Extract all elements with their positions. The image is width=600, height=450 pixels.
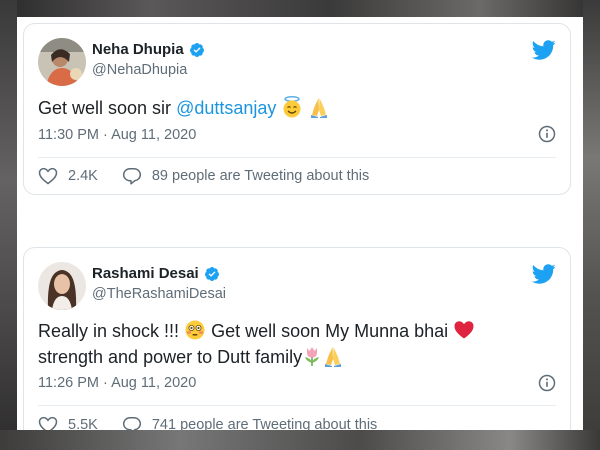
conversation-link[interactable]: 89 people are Tweeting about this [122,167,369,185]
tweet-timestamp[interactable]: 11:30 PM · Aug 11, 2020 [38,127,196,143]
author-name-text[interactable]: Rashami Desai [92,265,199,282]
verified-badge-icon [204,266,219,281]
folded-hands-icon [325,347,342,367]
tweet-text-part: strength and power to Dutt family [38,347,303,367]
tweet-text-part: Really in shock !!! [38,321,185,341]
photo-border-right [583,0,600,450]
tulip-icon [305,347,320,366]
divider [38,405,556,406]
tweet-text-main: Get well soon sir [38,98,177,118]
tweet-actions: 5.5K 741 people are Tweeting about this [38,416,377,430]
author-name-text[interactable]: Neha Dhupia [92,41,184,58]
tweet-text-line-1: Really in shock !!! Get well soon My Mun… [38,318,475,344]
photo-border-left [0,0,17,450]
reply-bubble-icon [122,168,141,185]
reply-bubble-icon [122,417,141,430]
author-name[interactable]: Neha Dhupia [92,41,205,58]
mention-link[interactable]: @duttsanjay [176,98,276,118]
info-icon[interactable] [538,374,556,392]
tweet-actions: 2.4K 89 people are Tweeting about this [38,167,369,185]
like-count[interactable]: 2.4K [68,168,98,184]
avatar[interactable] [38,38,86,86]
author-name[interactable]: Rashami Desai [92,265,220,282]
info-icon[interactable] [538,125,556,143]
photo-border-bottom [0,430,600,450]
photo-border-top [0,0,600,17]
verified-badge-icon [189,42,204,57]
like-button[interactable]: 2.4K [38,167,98,185]
tweet-text-part: Get well soon My Munna bhai [206,321,454,341]
conversation-text[interactable]: 89 people are Tweeting about this [152,168,369,184]
tweet-text: Get well soon sir @duttsanjay [38,95,330,121]
tweet-card-neha[interactable]: Neha Dhupia @NehaDhupia Get well soon si… [23,23,571,195]
tweet-card-rashami[interactable]: Rashami Desai @TheRashamiDesai Really in… [23,247,571,430]
heart-icon [38,167,58,185]
like-count[interactable]: 5.5K [68,417,98,430]
red-heart-icon [454,321,474,339]
tweet-timestamp[interactable]: 11:26 PM · Aug 11, 2020 [38,375,196,391]
tweets-canvas: Neha Dhupia @NehaDhupia Get well soon si… [17,17,583,430]
smiling-face-with-halo-icon [283,96,301,118]
flushed-face-icon [185,320,205,340]
twitter-bird-icon[interactable] [531,262,556,286]
avatar[interactable] [38,262,86,310]
conversation-link[interactable]: 741 people are Tweeting about this [122,416,377,430]
folded-hands-icon [311,98,328,118]
divider [38,157,556,158]
twitter-bird-icon[interactable] [531,38,556,62]
conversation-text[interactable]: 741 people are Tweeting about this [152,417,377,430]
author-handle[interactable]: @NehaDhupia [92,62,187,78]
heart-icon [38,416,58,430]
tweet-text-line-2: strength and power to Dutt family [38,344,475,370]
author-handle[interactable]: @TheRashamiDesai [92,286,226,302]
tweet-text: Really in shock !!! Get well soon My Mun… [38,318,475,370]
like-button[interactable]: 5.5K [38,416,98,430]
